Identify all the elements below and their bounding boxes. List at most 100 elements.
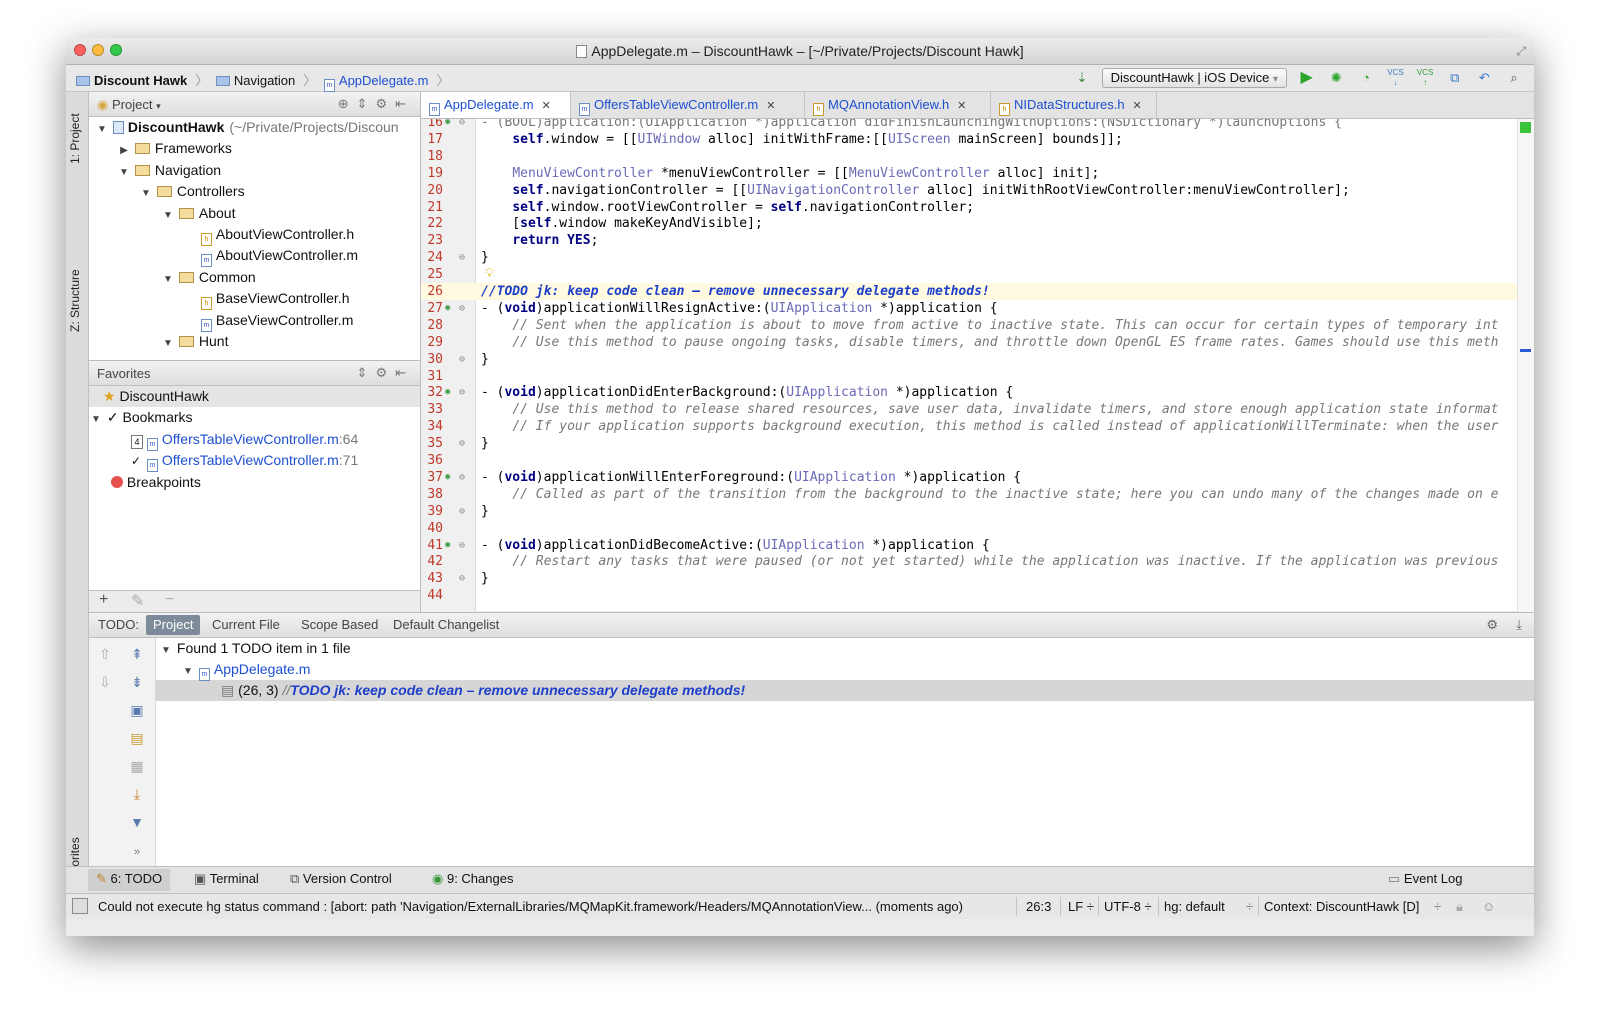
close-tab-icon[interactable]: ✕ <box>766 100 775 112</box>
line-number[interactable]: 41 <box>423 537 443 554</box>
gear-icon[interactable]: ⚙ <box>375 365 395 380</box>
bookmark-item[interactable]: 4 m OffersTableViewController.m:64 <box>89 429 420 451</box>
vcs-update-icon[interactable]: VCS ↓ <box>1386 68 1406 88</box>
code-line[interactable]: 17 self.window = [[UIWindow alloc] initW… <box>421 131 1534 148</box>
revert-icon[interactable]: ↶ <box>1474 68 1494 88</box>
implements-method-icon[interactable]: ◉ <box>445 469 450 486</box>
code-line[interactable]: 28 // Sent when the application is about… <box>421 317 1534 334</box>
todo-tab-project[interactable]: Project <box>146 615 201 635</box>
line-number[interactable]: 40 <box>423 520 443 537</box>
collapse-icon[interactable]: ⇕ <box>357 96 376 111</box>
code-line[interactable]: 29 // Use this method to pause ongoing t… <box>421 334 1534 351</box>
breadcrumb-file[interactable]: m AppDelegate.m <box>323 73 429 92</box>
favorites-item-bookmarks[interactable]: ▼ ✓ Bookmarks <box>89 407 420 428</box>
todo-marker[interactable] <box>1520 349 1531 352</box>
export-icon[interactable]: ⤓ <box>127 786 147 803</box>
project-tree-item[interactable]: ▶ Frameworks <box>89 138 420 159</box>
line-number[interactable]: 37 <box>423 469 443 486</box>
line-number[interactable]: 19 <box>423 165 443 182</box>
code-line[interactable]: 19 MenuViewController *menuViewControlle… <box>421 165 1534 182</box>
context-select[interactable]: Context: DiscountHawk [D] <box>1264 899 1419 914</box>
code-line[interactable]: 18 <box>421 148 1534 165</box>
locate-icon[interactable]: ⊕ <box>338 96 357 111</box>
project-tree-item[interactable]: h BaseViewController.h <box>89 288 420 311</box>
expand-arrow-icon[interactable]: ▼ <box>95 119 109 140</box>
error-stripe[interactable] <box>1517 119 1534 612</box>
code-line[interactable]: 40 <box>421 520 1534 537</box>
code-line[interactable]: 31 <box>421 368 1534 385</box>
toggle-tool-buttons-icon[interactable] <box>72 898 88 914</box>
bookmark-item[interactable]: ✓ m OffersTableViewController.m:71 <box>89 450 420 473</box>
line-number[interactable]: 35 <box>423 435 443 452</box>
line-number[interactable]: 25 <box>423 266 443 283</box>
search-icon[interactable]: ⌕ <box>1504 68 1524 88</box>
code-line[interactable]: 42 // Restart any tasks that were paused… <box>421 553 1534 570</box>
todo-tab-current-file[interactable]: Current File <box>205 615 287 635</box>
code-line[interactable]: 39 ⊖} <box>421 503 1534 520</box>
group-by-package-icon[interactable]: ▤ <box>127 730 147 747</box>
fold-icon[interactable]: ⊖ <box>459 300 465 317</box>
code-line[interactable]: 27 ◉ ⊖ - (void)applicationWillResignActive:… <box>421 300 1534 317</box>
profile-icon[interactable]: ◔ <box>1356 68 1376 88</box>
lock-icon[interactable]: 🔒︎ <box>1456 899 1463 915</box>
remove-icon[interactable]: − <box>165 591 174 609</box>
close-tab-icon[interactable]: ✕ <box>542 100 551 112</box>
implements-method-icon[interactable]: ◉ <box>445 537 450 554</box>
collapse-all-icon[interactable]: ⇟ <box>127 674 147 691</box>
expand-arrow-icon[interactable]: ▼ <box>139 183 153 204</box>
flatten-icon[interactable]: ▦ <box>127 758 147 775</box>
code-line[interactable]: 22 [self.window makeKeyAndVisible]; <box>421 215 1534 232</box>
line-number[interactable]: 22 <box>423 215 443 232</box>
line-number[interactable]: 29 <box>423 334 443 351</box>
status-message[interactable]: Could not execute hg status command : [a… <box>98 899 963 914</box>
code-line[interactable]: 23 return YES; <box>421 232 1534 249</box>
code-line[interactable]: 41 ◉ ⊖ - (void)applicationDidBecomeActive:(… <box>421 537 1534 554</box>
code-line[interactable]: 20 self.navigationController = [[UINavig… <box>421 182 1534 199</box>
previous-icon[interactable]: ⇧ <box>95 646 115 663</box>
code-line[interactable]: 34 // If your application supports backg… <box>421 418 1534 435</box>
line-number[interactable]: 39 <box>423 503 443 520</box>
terminal-tool-button[interactable]: ▣ Terminal <box>194 871 259 887</box>
fold-icon[interactable]: ⊖ <box>459 537 465 554</box>
implements-method-icon[interactable]: ◉ <box>445 384 450 401</box>
encoding-select[interactable]: UTF-8 ÷ <box>1104 899 1152 914</box>
project-tree-item[interactable]: ▼ Common <box>89 267 420 288</box>
project-tool-tab[interactable]: 1: Project <box>68 113 82 164</box>
project-tree-item[interactable]: ▼ DiscountHawk (~/Private/Projects/Discou… <box>89 117 420 138</box>
implements-method-icon[interactable]: ◉ <box>445 300 450 317</box>
code-line[interactable]: 21 self.window.rootViewController = self… <box>421 199 1534 216</box>
line-number[interactable]: 26 <box>423 283 443 300</box>
project-tree-item[interactable]: ▼ About <box>89 203 420 224</box>
group-by-module-icon[interactable]: ▣ <box>127 702 147 719</box>
intention-bulb-icon[interactable]: 💡︎ <box>485 266 494 281</box>
project-tree-item[interactable]: h AboutViewController.h <box>89 224 420 246</box>
expand-all-icon[interactable]: ⇞ <box>127 646 147 663</box>
implements-method-icon[interactable]: ◉ <box>445 119 450 131</box>
compare-icon[interactable]: ⧉ <box>1445 68 1465 88</box>
code-line[interactable]: 37 ◉ ⊖ - (void)applicationWillEnterForegrou… <box>421 469 1534 486</box>
event-log-button[interactable]: ▭ Event Log <box>1388 871 1462 887</box>
code-line[interactable]: 43 ⊖} <box>421 570 1534 587</box>
project-tree-item[interactable]: m AboutViewController.m <box>89 245 420 268</box>
todo-item[interactable]: ▤ (26, 3) //TODO jk: keep code clean – r… <box>155 680 1534 701</box>
todo-tab-scope-based[interactable]: Scope Based <box>294 615 385 635</box>
fold-icon[interactable]: ⊖ <box>459 351 465 368</box>
run-configuration-select[interactable]: DiscountHawk | iOS Device ▾ <box>1101 68 1287 88</box>
line-number[interactable]: 34 <box>423 418 443 435</box>
changes-tool-button[interactable]: ◉ 9: Changes <box>432 871 513 887</box>
expand-arrow-icon[interactable]: ▼ <box>161 205 175 226</box>
line-number[interactable]: 24 <box>423 249 443 266</box>
todo-tool-button[interactable]: ✎ 6: TODO <box>88 869 171 891</box>
line-number[interactable]: 16 <box>423 119 443 131</box>
tab-nidatastructures-h[interactable]: h NIDataStructures.h ✕ <box>991 92 1157 118</box>
line-number[interactable]: 33 <box>423 401 443 418</box>
code-line[interactable]: 24 ⊖} <box>421 249 1534 266</box>
expand-arrow-icon[interactable]: ▼ <box>161 333 175 354</box>
close-tab-icon[interactable]: ✕ <box>957 100 966 112</box>
filter-icon[interactable]: ▼ <box>127 814 147 830</box>
add-icon[interactable]: + <box>99 591 108 609</box>
close-tab-icon[interactable]: ✕ <box>1133 100 1142 112</box>
code-line[interactable]: 26 //TODO jk: keep code clean – remove un… <box>421 283 1534 300</box>
version-control-tool-button[interactable]: ⧉ Version Control <box>290 871 392 887</box>
favorites-item-discounthawk[interactable]: ★ DiscountHawk <box>89 386 420 408</box>
